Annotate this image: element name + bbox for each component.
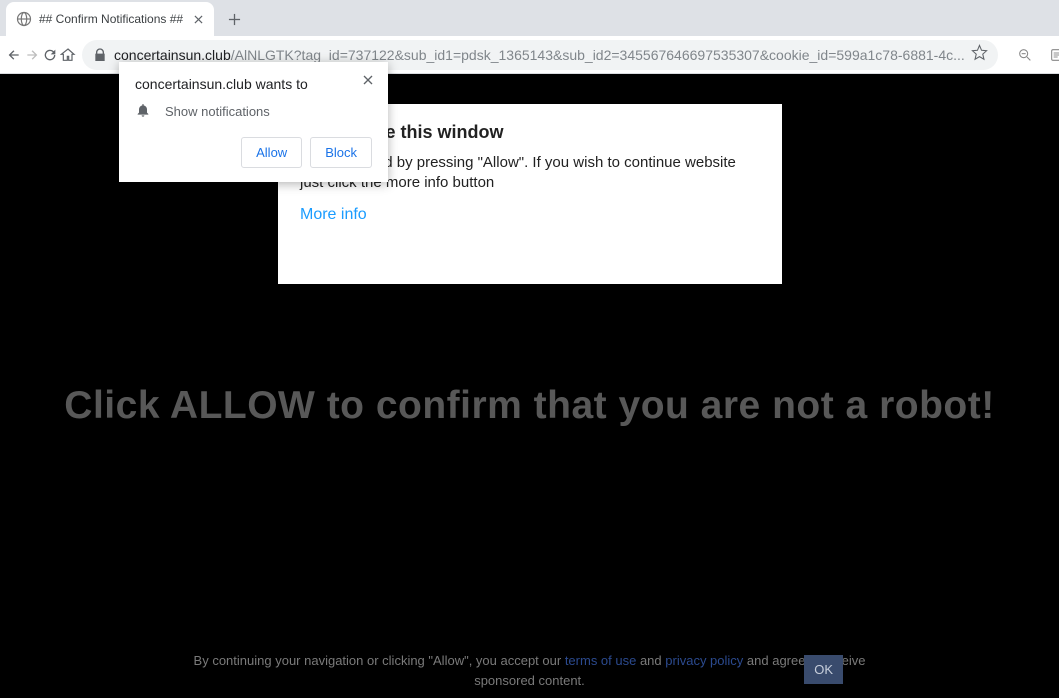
url-text: concertainsun.club/AlNLGTK?tag_id=737122… [114, 47, 965, 63]
permission-origin-text: concertainsun.club wants to [135, 76, 372, 92]
zoom-out-icon[interactable] [1010, 40, 1040, 70]
block-button[interactable]: Block [310, 137, 372, 168]
new-tab-button[interactable] [220, 5, 248, 33]
headline-text: Click ALLOW to confirm that you are not … [0, 384, 1059, 428]
globe-icon [16, 11, 32, 27]
more-info-link[interactable]: More info [300, 206, 367, 224]
permission-label: Show notifications [165, 104, 270, 119]
consent-footer: By continuing your navigation or clickin… [0, 651, 1059, 690]
consent-ok-button[interactable]: OK [804, 655, 843, 684]
nav-back-button[interactable] [6, 40, 22, 70]
tab-title: ## Confirm Notifications ## [39, 12, 183, 26]
footer-and: and [636, 653, 665, 668]
privacy-link[interactable]: privacy policy [665, 653, 743, 668]
bell-icon [135, 102, 151, 121]
reader-icon[interactable] [1042, 40, 1059, 70]
allow-button[interactable]: Allow [241, 137, 302, 168]
footer-pre: By continuing your navigation or clickin… [194, 653, 565, 668]
terms-link[interactable]: terms of use [565, 653, 637, 668]
popup-close-button[interactable] [358, 70, 378, 90]
bookmark-star-icon[interactable] [971, 44, 988, 66]
tab-close-button[interactable] [190, 11, 206, 27]
lock-icon[interactable] [92, 47, 108, 63]
nav-forward-button[interactable] [24, 40, 40, 70]
browser-tab[interactable]: ## Confirm Notifications ## [6, 2, 214, 36]
notification-permission-popup: concertainsun.club wants to Show notific… [119, 62, 388, 182]
home-button[interactable] [60, 40, 76, 70]
tab-strip: ## Confirm Notifications ## [0, 0, 1059, 36]
permission-item: Show notifications [135, 102, 372, 121]
reload-button[interactable] [42, 40, 58, 70]
